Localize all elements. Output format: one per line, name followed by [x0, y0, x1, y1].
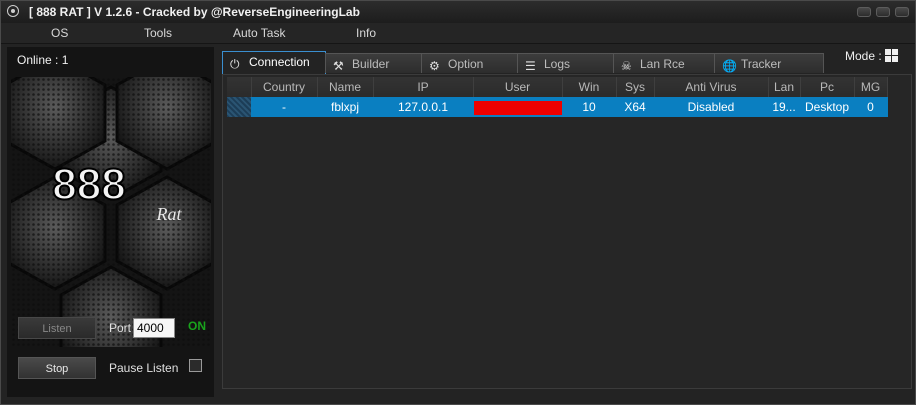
tab-builder[interactable]: ⚒ Builder: [325, 53, 422, 73]
tab-lan-rce[interactable]: ☠ Lan Rce: [613, 53, 715, 73]
cell-sys: X64: [616, 97, 655, 117]
menu-os[interactable]: OS: [51, 26, 68, 40]
column-header-select[interactable]: [227, 77, 252, 97]
listen-status: ON: [188, 319, 206, 333]
main-window: [ 888 RAT ] V 1.2.6 - Cracked by @Revers…: [0, 0, 916, 405]
pause-listen-checkbox[interactable]: [189, 359, 202, 372]
left-panel: Online : 1 888 Rat Listen Port 4000 ON S…: [7, 47, 214, 397]
menu-bar: OS Tools Auto Task Info: [1, 23, 915, 44]
cell-win: 10: [562, 97, 617, 117]
column-header-lan[interactable]: Lan: [768, 77, 801, 97]
online-count: Online : 1: [17, 53, 69, 67]
connection-panel: Country Name IP User Win Sys Anti Virus …: [222, 74, 912, 389]
table-row[interactable]: - fblxpj 127.0.0.1 10 X64 Disabled 19...…: [227, 97, 888, 117]
app-icon[interactable]: [7, 5, 19, 17]
port-input[interactable]: 4000: [133, 318, 175, 338]
logo-text: 888: [52, 160, 125, 209]
column-header-mg[interactable]: MG: [854, 77, 888, 97]
menu-info[interactable]: Info: [356, 26, 376, 40]
column-header-anti-virus[interactable]: Anti Virus: [654, 77, 769, 97]
tab-logs[interactable]: ☰ Logs: [517, 53, 614, 73]
port-label: Port: [109, 321, 132, 335]
plug-icon: ⏻: [230, 57, 240, 71]
title-bar: [ 888 RAT ] V 1.2.6 - Cracked by @Revers…: [1, 1, 915, 24]
cell-mg: 0: [854, 97, 888, 117]
cell-lan: 19...: [768, 97, 801, 117]
stop-button[interactable]: Stop: [18, 357, 96, 379]
rat-logo: 888 Rat: [11, 77, 211, 347]
column-header-name[interactable]: Name: [317, 77, 374, 97]
cell-user: [473, 97, 563, 117]
column-header-country[interactable]: Country: [251, 77, 318, 97]
row-selector[interactable]: [227, 97, 252, 117]
globe-icon: 🌐: [722, 59, 737, 73]
tab-tracker[interactable]: 🌐 Tracker: [714, 53, 824, 73]
cell-ip: 127.0.0.1: [373, 97, 474, 117]
column-header-pc[interactable]: Pc: [800, 77, 855, 97]
listen-button[interactable]: Listen: [18, 317, 96, 339]
column-header-sys[interactable]: Sys: [616, 77, 655, 97]
cell-name: fblxpj: [317, 97, 374, 117]
skull-icon: ☠: [621, 59, 632, 73]
minimize-button[interactable]: [857, 7, 871, 17]
cell-anti-virus: Disabled: [654, 97, 769, 117]
menu-auto-task[interactable]: Auto Task: [233, 26, 285, 40]
tab-option[interactable]: ⚙ Option: [421, 53, 518, 73]
column-header-user[interactable]: User: [473, 77, 563, 97]
redaction-box: [473, 101, 561, 115]
maximize-button[interactable]: [876, 7, 890, 17]
database-icon: ☰: [525, 59, 536, 73]
column-header-win[interactable]: Win: [562, 77, 617, 97]
windows-icon[interactable]: [885, 49, 899, 63]
logo-subtext: Rat: [156, 204, 183, 224]
clients-table: Country Name IP User Win Sys Anti Virus …: [227, 77, 888, 117]
tools-icon: ⚒: [333, 59, 344, 73]
table-header: Country Name IP User Win Sys Anti Virus …: [227, 77, 888, 97]
gear-icon: ⚙: [429, 59, 440, 73]
column-header-ip[interactable]: IP: [373, 77, 474, 97]
tab-connection[interactable]: ⏻ Connection: [222, 51, 326, 74]
cell-pc: Desktop: [800, 97, 855, 117]
window-title: [ 888 RAT ] V 1.2.6 - Cracked by @Revers…: [29, 5, 360, 19]
pause-listen-label: Pause Listen: [109, 361, 179, 375]
menu-tools[interactable]: Tools: [144, 26, 172, 40]
close-button[interactable]: [895, 7, 909, 17]
mode-label: Mode :: [845, 49, 882, 63]
cell-country: -: [251, 97, 318, 117]
